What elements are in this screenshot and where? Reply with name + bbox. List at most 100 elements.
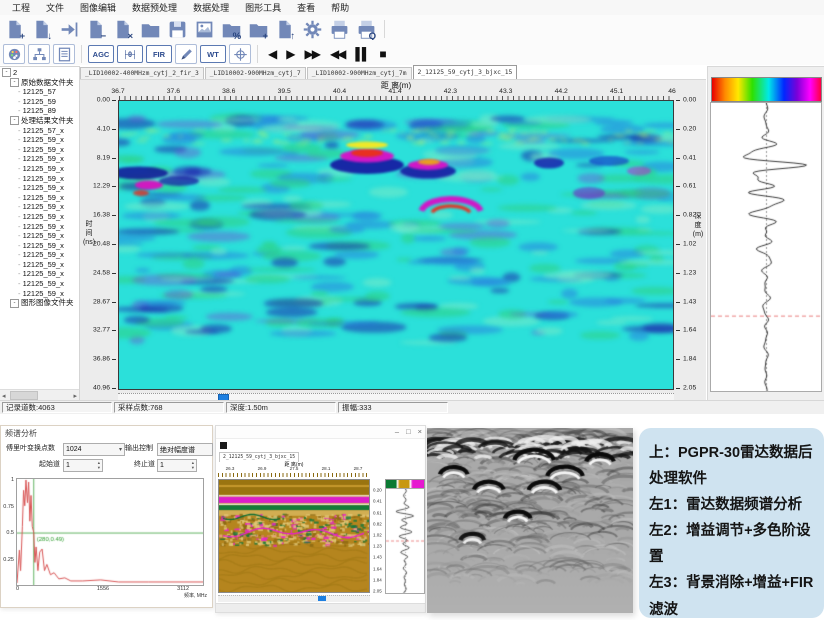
fft-points-value: 1024 [66,446,82,453]
tree-item[interactable]: 12125_59_x [0,174,79,184]
tree-item[interactable]: 12125_59_x [0,260,79,270]
minimize-icon[interactable]: – [395,427,399,436]
tick-mark [112,388,116,389]
fir-filter-button[interactable]: FIR [146,45,172,63]
tree-item[interactable]: 12125_57 [0,87,79,97]
gain-ruler-tick: 28.1 [322,466,331,471]
print-preview-icon[interactable]: Q [354,17,378,41]
paste-file-icon[interactable]: ↓ [30,17,54,41]
folder-percent-icon[interactable]: % [219,17,243,41]
fft-points-select[interactable]: 1024 ▾ [63,443,125,456]
save-icon[interactable] [165,17,189,41]
add-folder-icon[interactable]: + [246,17,270,41]
stop-playback-icon[interactable]: ■ [379,47,384,61]
edit-icon[interactable] [175,44,197,64]
document-tab[interactable]: _LID10002-400MHzm_cytj_2_fir_3 [80,67,204,79]
open-folder-icon[interactable] [138,17,162,41]
tree-item[interactable]: 12125_59 [0,97,79,107]
tree-item[interactable]: 12125_59_x [0,202,79,212]
expander-icon[interactable]: - [10,116,19,125]
menu-item[interactable]: 图像编辑 [72,0,124,15]
remove-file-icon[interactable]: − [84,17,108,41]
expander-icon[interactable]: - [10,299,19,308]
tree-item[interactable]: 12125_89 [0,106,79,116]
tree-folder[interactable]: -原始数据文件夹 [0,78,79,88]
tree-folder[interactable]: -处理结果文件夹 [0,116,79,126]
fast-forward-icon[interactable]: ▶▶ [304,47,318,61]
menu-item[interactable]: 数据处理 [185,0,237,15]
spectrum-canvas[interactable] [16,478,204,586]
window-controls: –□ × [395,427,422,436]
tree-folder[interactable]: -图形图像文件夹 [0,298,79,308]
tree-item[interactable]: 12125_59_x [0,269,79,279]
x-tick-label: 37.6 [167,88,180,95]
maximize-icon[interactable]: □ [406,427,411,436]
tree-item[interactable]: 12125_59_x [0,154,79,164]
spinner-arrows-icon[interactable]: ▴▾ [192,461,194,470]
menu-item[interactable]: 图形工具 [237,0,289,15]
rewind-icon[interactable]: ◀◀ [330,47,344,61]
import-data-icon[interactable] [57,17,81,41]
menu-item[interactable]: 数据预处理 [124,0,185,15]
document-tab[interactable]: _LID10002-900MHzm_cytj_7m [307,67,412,79]
delete-file-icon[interactable]: × [111,17,135,41]
radargram-canvas[interactable] [118,100,674,390]
toolbar-separator [257,45,258,63]
end-trace-input[interactable]: 1 ▴▾ [157,459,197,472]
play-back-icon[interactable]: ◀ [268,47,275,61]
menu-item[interactable]: 文件 [38,0,72,15]
tree-item[interactable]: 12125_59_x [0,241,79,251]
output-mode-select[interactable]: 绝对幅度谱 [157,443,213,456]
scroll-left-icon[interactable]: ◂ [0,392,8,400]
gain-scrollbar[interactable] [218,595,370,602]
tree-item[interactable]: 12125_59_x [0,135,79,145]
print-icon[interactable] [327,17,351,41]
menu-item[interactable]: 帮助 [323,0,357,15]
gain-radargram-canvas[interactable] [218,479,370,593]
new-project-icon[interactable]: + [3,17,27,41]
palette-icon[interactable] [3,44,25,64]
scroll-right-icon[interactable]: ▸ [71,392,79,400]
gain-curve-button[interactable]: ├θ┤ [117,45,143,63]
gain-scroll-handle[interactable] [318,596,326,601]
menu-item[interactable]: 查看 [289,0,323,15]
tree-item[interactable]: 12125_57_x [0,126,79,136]
close-icon[interactable]: × [418,427,422,436]
pause-icon[interactable]: ▌▌ [355,47,368,61]
crosshair-icon[interactable] [229,44,251,64]
scrollbar-thumb[interactable] [10,391,38,400]
tree-item[interactable]: 12125_59_x [0,164,79,174]
axis-title-char: (m) [691,230,705,239]
tree-item-label: 原始数据文件夹 [21,78,74,88]
tree-item[interactable]: 12125_59_x [0,193,79,203]
play-forward-icon[interactable]: ▶ [286,47,293,61]
wiggle-display-icon[interactable] [28,44,50,64]
menu-item[interactable]: 工程 [4,0,38,15]
output-control-label: 输出控制 [125,443,153,453]
wavelet-button[interactable]: WT [200,45,226,63]
save-image-icon[interactable] [192,17,216,41]
tree-item[interactable]: 12125_59_x [0,145,79,155]
data-list-icon[interactable] [53,44,75,64]
expander-icon[interactable]: - [10,78,19,87]
spectrum-y-tick: 0.5 [2,530,14,536]
tree-item[interactable]: 12125_59_x [0,212,79,222]
stop-icon[interactable] [220,442,227,449]
tree-item[interactable]: 12125_59_x [0,183,79,193]
settings-icon[interactable] [300,17,324,41]
expander-icon[interactable]: - [2,68,11,77]
export-file-icon[interactable]: ↑ [273,17,297,41]
caption-line: 左1：雷达数据频谱分析 [649,492,816,518]
tree-item[interactable]: 12125_59_x [0,250,79,260]
tree-item[interactable]: 12125_59_x [0,289,79,299]
document-tab[interactable]: 2_12125_59_cytj_3_bjxc_15 [413,65,518,79]
tree-item[interactable]: 12125_59_x [0,222,79,232]
agc-gain-button[interactable]: AGC [88,45,114,63]
tree-folder[interactable]: -2 [0,68,79,78]
spinner-arrows-icon[interactable]: ▴▾ [98,461,100,470]
tick-mark [112,129,116,130]
document-tab[interactable]: _LID10002-900MHzm_cytj_7 [205,67,306,79]
tree-item[interactable]: 12125_59_x [0,231,79,241]
tree-item[interactable]: 12125_59_x [0,279,79,289]
start-trace-input[interactable]: 1 ▴▾ [63,459,103,472]
